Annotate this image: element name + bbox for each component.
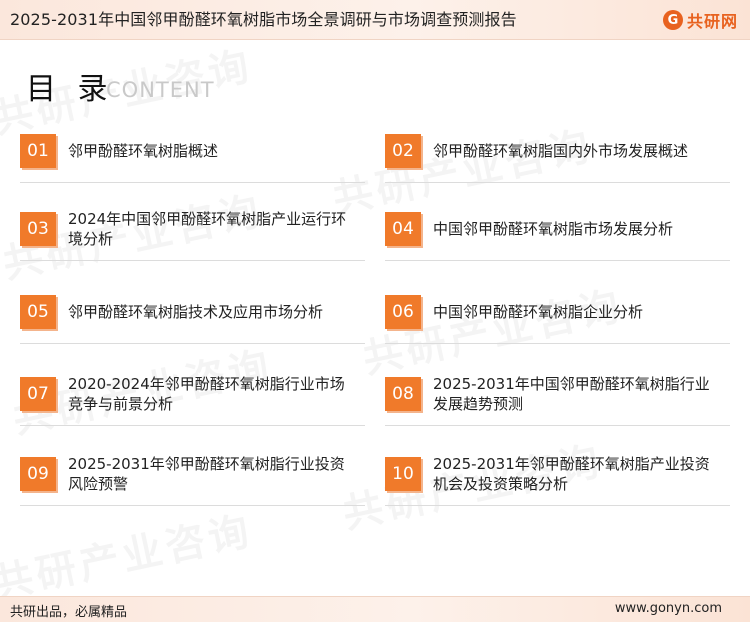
item-number-badge: 02 — [385, 134, 421, 168]
item-number-badge: 03 — [20, 212, 56, 246]
toc-heading: 目 录 CONTENT — [26, 72, 214, 112]
logo-icon: G — [662, 10, 683, 30]
watermark: 共研产业咨询 — [0, 498, 257, 610]
toc-item[interactable]: 10 2025-2031年邻甲酚醛环氧树脂产业投资机会及投资策略分析 — [385, 452, 730, 506]
logo-text: 共研网 — [686, 12, 738, 31]
toc-item[interactable]: 05 邻甲酚醛环氧树脂技术及应用市场分析 — [20, 290, 365, 344]
item-label: 邻甲酚醛环氧树脂国内外市场发展概述 — [433, 142, 689, 160]
footer-slogan: 共研出品，必属精品 — [10, 605, 128, 620]
footer-website-link[interactable]: www.gonyn.com — [615, 601, 722, 616]
header-bar: 2025-2031年中国邻甲酚醛环氧树脂市场全景调研与市场调查预测报告 G 共研… — [0, 0, 750, 40]
item-number-badge: 10 — [385, 457, 421, 491]
toc-item[interactable]: 01 邻甲酚醛环氧树脂概述 — [20, 129, 365, 183]
report-title: 2025-2031年中国邻甲酚醛环氧树脂市场全景调研与市场调查预测报告 — [10, 10, 517, 29]
toc-item[interactable]: 08 2025-2031年中国邻甲酚醛环氧树脂行业发展趋势预测 — [385, 372, 730, 426]
footer-bar: 共研出品，必属精品 www.gonyn.com — [0, 596, 750, 622]
item-number-badge: 05 — [20, 295, 56, 329]
item-number-badge: 06 — [385, 295, 421, 329]
toc-item[interactable]: 06 中国邻甲酚醛环氧树脂企业分析 — [385, 290, 730, 344]
item-number-badge: 07 — [20, 377, 56, 411]
item-number-badge: 01 — [20, 134, 56, 168]
toc-item[interactable]: 09 2025-2031年邻甲酚醛环氧树脂行业投资风险预警 — [20, 452, 365, 506]
item-number-badge: 04 — [385, 212, 421, 246]
item-label: 2024年中国邻甲酚醛环氧树脂产业运行环境分析 — [68, 210, 347, 248]
brand-logo: G 共研网 — [662, 8, 738, 32]
toc-item[interactable]: 04 中国邻甲酚醛环氧树脂市场发展分析 — [385, 207, 730, 261]
item-number-badge: 09 — [20, 457, 56, 491]
toc-item[interactable]: 02 邻甲酚醛环氧树脂国内外市场发展概述 — [385, 129, 730, 183]
item-label: 2020-2024年邻甲酚醛环氧树脂行业市场竞争与前景分析 — [68, 375, 345, 413]
item-label: 邻甲酚醛环氧树脂技术及应用市场分析 — [68, 303, 324, 321]
item-label: 中国邻甲酚醛环氧树脂企业分析 — [433, 303, 644, 321]
toc-subtitle: CONTENT — [106, 78, 215, 102]
item-label: 2025-2031年中国邻甲酚醛环氧树脂行业发展趋势预测 — [433, 375, 710, 413]
toc-title: 目 录 — [26, 72, 114, 107]
toc-item[interactable]: 03 2024年中国邻甲酚醛环氧树脂产业运行环境分析 — [20, 207, 365, 261]
item-number-badge: 08 — [385, 377, 421, 411]
item-label: 2025-2031年邻甲酚醛环氧树脂产业投资机会及投资策略分析 — [433, 455, 710, 493]
toc-item[interactable]: 07 2020-2024年邻甲酚醛环氧树脂行业市场竞争与前景分析 — [20, 372, 365, 426]
item-label: 中国邻甲酚醛环氧树脂市场发展分析 — [433, 220, 674, 238]
item-label: 邻甲酚醛环氧树脂概述 — [68, 142, 219, 160]
item-label: 2025-2031年邻甲酚醛环氧树脂行业投资风险预警 — [68, 455, 345, 493]
